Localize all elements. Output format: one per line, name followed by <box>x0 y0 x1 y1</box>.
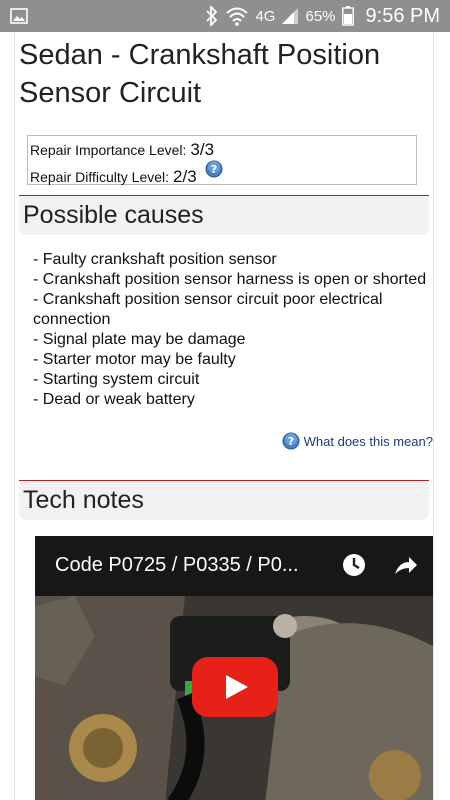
importance-value: 3/3 <box>190 140 215 159</box>
video-title: Code P0725 / P0335 / P0... <box>55 554 299 576</box>
image-icon <box>10 8 28 24</box>
tech-notes-header: Tech notes <box>19 480 429 520</box>
share-icon[interactable] <box>393 554 419 583</box>
play-icon[interactable] <box>192 657 278 717</box>
page-title: Sedan - Crankshaft Position Sensor Circu… <box>19 39 381 109</box>
difficulty-value: 2/3 <box>173 167 197 186</box>
repair-info-box: Repair Importance Level: 3/3 Repair Diff… <box>27 135 417 188</box>
cause-item: - Starter motor may be faulty <box>33 351 236 368</box>
difficulty-label: Repair Difficulty Level: <box>30 169 170 185</box>
wifi-icon <box>225 6 249 26</box>
causes-list: - Faulty crankshaft position sensor - Cr… <box>33 250 431 410</box>
signal-icon <box>281 7 299 25</box>
help-icon: ? <box>282 432 300 450</box>
what-link-label: What does this mean? <box>303 433 433 449</box>
help-icon[interactable]: ? <box>205 160 223 178</box>
difficulty-row: Repair Difficulty Level: 2/3 ? <box>30 160 416 188</box>
battery-icon <box>341 6 354 26</box>
importance-row: Repair Importance Level: 3/3 <box>30 140 416 164</box>
network-type: 4G <box>255 7 276 25</box>
what-does-this-mean-link[interactable]: ? What does this mean? <box>282 432 433 450</box>
video-player[interactable]: Code P0725 / P0335 / P0... <box>35 536 433 800</box>
content-page: Sedan - Crankshaft Position Sensor Circu… <box>14 32 434 800</box>
cause-item: - Dead or weak battery <box>33 391 195 408</box>
clock: 9:56 PM <box>365 4 440 27</box>
cause-item: - Crankshaft position sensor harness is … <box>33 271 427 288</box>
svg-text:?: ? <box>287 435 293 448</box>
clock-icon[interactable] <box>341 552 367 583</box>
cause-item: - Starting system circuit <box>33 371 200 388</box>
possible-causes-header: Possible causes <box>19 195 429 235</box>
cause-item: - Signal plate may be damage <box>33 331 246 348</box>
cause-item: - Crankshaft position sensor circuit poo… <box>33 291 383 328</box>
bluetooth-icon <box>205 6 219 26</box>
cause-item: - Faulty crankshaft position sensor <box>33 251 277 268</box>
importance-label: Repair Importance Level: <box>30 142 187 158</box>
status-bar: 4G 65% 9:56 PM <box>0 0 450 32</box>
battery-percent: 65% <box>305 7 336 25</box>
svg-text:?: ? <box>210 163 216 176</box>
